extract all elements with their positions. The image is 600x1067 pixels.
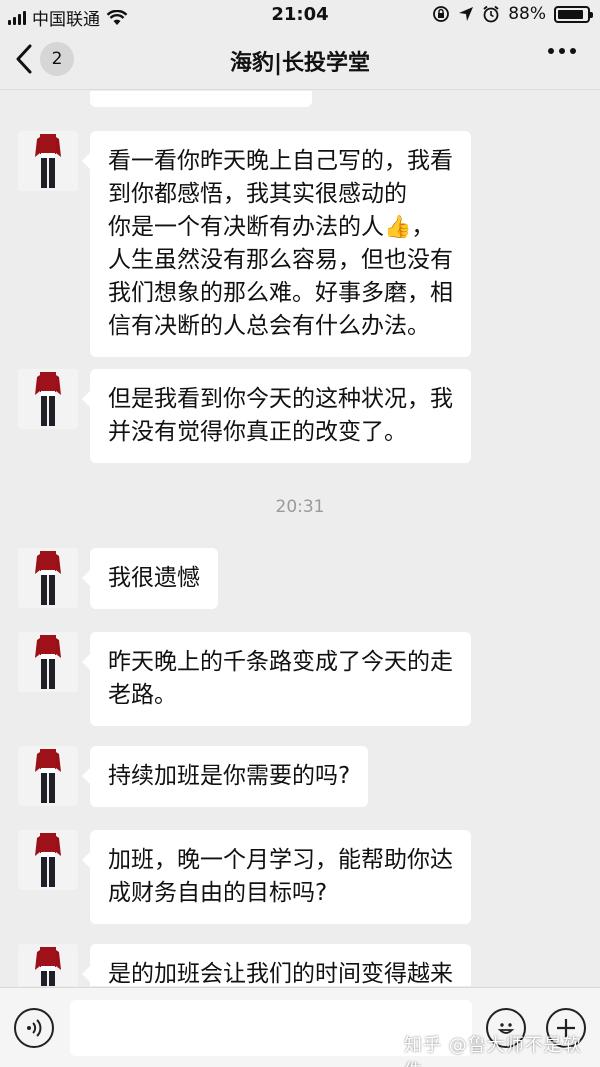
voice-button[interactable]: [14, 1008, 54, 1048]
more-icon: [548, 48, 554, 54]
message-bubble[interactable]: 昨天晚上的千条路变成了今天的走 老路。: [82, 632, 471, 726]
message-text: 我很遗憾: [108, 565, 200, 591]
message-bubble[interactable]: 但是我看到你今天的这种状况，我 并没有觉得你真正的改变了。: [82, 369, 471, 463]
battery-icon: [554, 5, 593, 23]
voice-icon: [27, 1019, 42, 1037]
message-text: 昨天晚上的千条路变成了今天的走 老路。: [108, 649, 453, 708]
chat-title: 海豹|长投学堂: [229, 51, 371, 76]
message-bubble[interactable]: 看一看你昨天晚上自己写的，我看 到你都感悟，我其实很感动的 你是一个有决断有办法…: [82, 131, 471, 357]
avatar[interactable]: [18, 830, 78, 890]
message-text: 持续加班是你需要的吗?: [108, 763, 351, 789]
message-text: 是的加班会让我们的时间变得越来: [108, 961, 453, 986]
alarm-icon: [483, 5, 499, 23]
battery-percent: 88%: [508, 4, 546, 24]
lock-rotation-icon: [433, 6, 450, 22]
message-text: 但是我看到你今天的这种状况，我 并没有觉得你真正的改变了。: [108, 386, 453, 445]
message-bubble[interactable]: 加班，晚一个月学习，能帮助你达 成财务自由的目标吗?: [82, 830, 471, 924]
message-bubble[interactable]: 持续加班是你需要的吗?: [81, 746, 369, 807]
thumbs-up-icon: 👍: [384, 215, 412, 240]
location-icon: [459, 7, 474, 21]
status-right: 88%: [432, 4, 593, 24]
watermark: 知乎 @鲁大师不是软件: [404, 1035, 582, 1067]
avatar[interactable]: [18, 548, 78, 608]
more-button[interactable]: [548, 48, 576, 54]
previous-message-bubble: [90, 91, 312, 107]
status-bar: 中国联通 21:04 88%: [0, 0, 600, 30]
avatar[interactable]: [18, 944, 78, 986]
chat-area[interactable]: 看一看你昨天晚上自己写的，我看 到你都感悟，我其实很感动的 你是一个有决断有办法…: [0, 91, 600, 986]
timestamp: 20:31: [275, 497, 325, 517]
nav-bar: 2 海豹|长投学堂: [0, 30, 600, 90]
message-bubble[interactable]: 是的加班会让我们的时间变得越来: [82, 944, 471, 986]
battery-fill: [558, 9, 583, 19]
avatar[interactable]: [18, 632, 78, 692]
avatar[interactable]: [18, 131, 78, 191]
message-bubble[interactable]: 我很遗憾: [82, 548, 218, 609]
avatar[interactable]: [18, 369, 78, 429]
avatar[interactable]: [18, 746, 78, 806]
message-text: 加班，晚一个月学习，能帮助你达 成财务自由的目标吗?: [108, 847, 453, 906]
